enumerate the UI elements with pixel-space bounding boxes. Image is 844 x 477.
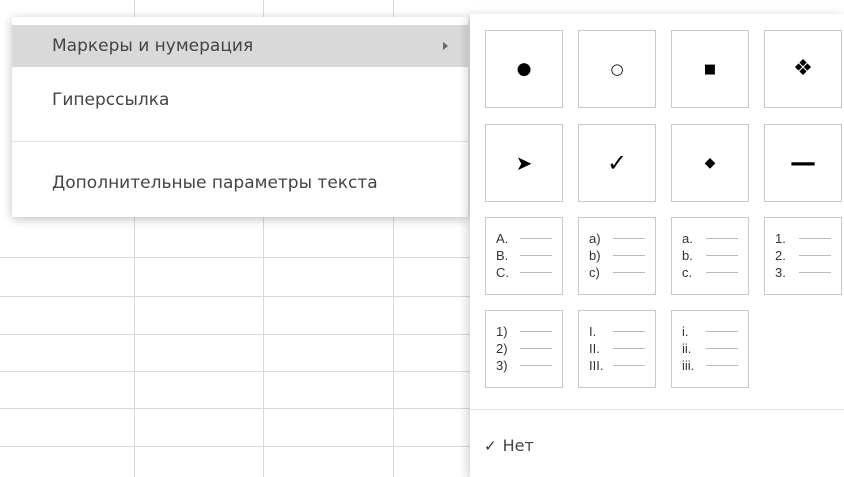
filled-square-bullet-icon: ■ [703, 61, 717, 77]
numbering-line [706, 348, 738, 349]
checkmark-bullet-icon: ✓ [606, 149, 628, 177]
numbering-line [706, 272, 738, 273]
numbering-label: 3) [496, 358, 508, 373]
grid-row-line [0, 408, 480, 409]
numbering-line [613, 255, 645, 256]
numbering-option-upper-roman[interactable]: I. II. III. [578, 310, 656, 388]
numbering-line [520, 238, 552, 239]
numbering-label: 1) [496, 324, 508, 339]
numbering-line [520, 272, 552, 273]
numbering-label: III. [589, 358, 604, 373]
menu-separator [12, 141, 468, 142]
numbering-line [520, 255, 552, 256]
numbering-option-lower-roman[interactable]: i. ii. iii. [671, 310, 749, 388]
numbering-line [613, 238, 645, 239]
numbering-label: c) [589, 265, 600, 280]
numbering-label: c. [682, 265, 693, 280]
hollow-circle-bullet-icon: ○ [610, 59, 624, 78]
grid-row-line [0, 296, 480, 297]
bullet-option-four-diamond[interactable]: ❖ [764, 30, 842, 108]
dash-bullet-icon: — [790, 148, 816, 178]
menu-item-bullets-numbering[interactable]: Маркеры и нумерация [12, 25, 468, 67]
grid-row-line [0, 334, 480, 335]
numbering-label: 2) [496, 341, 508, 356]
numbering-line [613, 331, 645, 332]
numbering-line [706, 331, 738, 332]
numbering-label: A. [496, 231, 509, 246]
numbering-label: b) [589, 248, 601, 263]
grid-row-line [0, 257, 480, 258]
grid-row-line [0, 446, 480, 447]
numbering-line [706, 255, 738, 256]
checkmark-icon: ✓ [484, 436, 497, 455]
bullet-option-diamond[interactable]: ◆ [671, 124, 749, 202]
numbering-label: ii. [682, 341, 692, 356]
menu-item-text-advanced-settings[interactable]: Дополнительные параметры текста [12, 162, 468, 204]
numbering-line [799, 255, 831, 256]
submenu-arrow-icon [443, 42, 448, 50]
numbering-option-lower-alpha-dot[interactable]: a. b. c. [671, 217, 749, 295]
menu-item-label: Гиперссылка [52, 90, 170, 110]
numbering-line [520, 348, 552, 349]
numbering-line [613, 365, 645, 366]
bullet-option-dash[interactable]: — [764, 124, 842, 202]
submenu-separator [470, 409, 844, 410]
numbering-line [613, 272, 645, 273]
numbering-label: 2. [775, 248, 786, 263]
numbering-label: iii. [682, 358, 695, 373]
filled-circle-bullet-icon: ● [516, 58, 532, 79]
bullet-option-arrow[interactable]: ➤ [485, 124, 563, 202]
context-menu: Маркеры и нумерация Гиперссылка Дополнит… [12, 17, 468, 217]
numbering-line [706, 238, 738, 239]
none-option-label: Нет [502, 436, 534, 455]
arrow-bullet-icon: ➤ [515, 151, 533, 175]
numbering-option-lower-alpha-paren[interactable]: a) b) c) [578, 217, 656, 295]
numbering-line [706, 365, 738, 366]
bullet-option-hollow-circle[interactable]: ○ [578, 30, 656, 108]
bullets-numbering-submenu: ● ○ ■ ❖ ➤ ✓ ◆ — A. B. C. a) b) c) a. b. … [470, 14, 844, 477]
numbering-label: i. [682, 324, 689, 339]
numbering-label: b. [682, 248, 693, 263]
numbering-label: 3. [775, 265, 786, 280]
four-diamond-bullet-icon: ❖ [793, 56, 813, 81]
menu-item-label: Маркеры и нумерация [52, 36, 254, 56]
bullet-option-checkmark[interactable]: ✓ [578, 124, 656, 202]
numbering-line [613, 348, 645, 349]
grid-row-line [0, 371, 480, 372]
numbering-label: C. [496, 265, 509, 280]
menu-item-hyperlink[interactable]: Гиперссылка [12, 79, 468, 121]
numbering-label: B. [496, 248, 509, 263]
numbering-option-upper-alpha[interactable]: A. B. C. [485, 217, 563, 295]
numbering-label: II. [589, 341, 600, 356]
numbering-line [799, 238, 831, 239]
numbering-line [520, 365, 552, 366]
numbering-label: a) [589, 231, 601, 246]
numbering-label: 1. [775, 231, 786, 246]
numbering-option-decimal-paren[interactable]: 1) 2) 3) [485, 310, 563, 388]
menu-item-label: Дополнительные параметры текста [52, 173, 378, 193]
numbering-option-decimal-dot[interactable]: 1. 2. 3. [764, 217, 842, 295]
bullet-option-filled-square[interactable]: ■ [671, 30, 749, 108]
numbering-label: I. [589, 324, 597, 339]
numbering-label: a. [682, 231, 693, 246]
bullets-none-option[interactable]: ✓ Нет [484, 436, 534, 455]
numbering-line [520, 331, 552, 332]
bullet-option-filled-circle[interactable]: ● [485, 30, 563, 108]
diamond-bullet-icon: ◆ [704, 155, 716, 171]
numbering-line [799, 272, 831, 273]
